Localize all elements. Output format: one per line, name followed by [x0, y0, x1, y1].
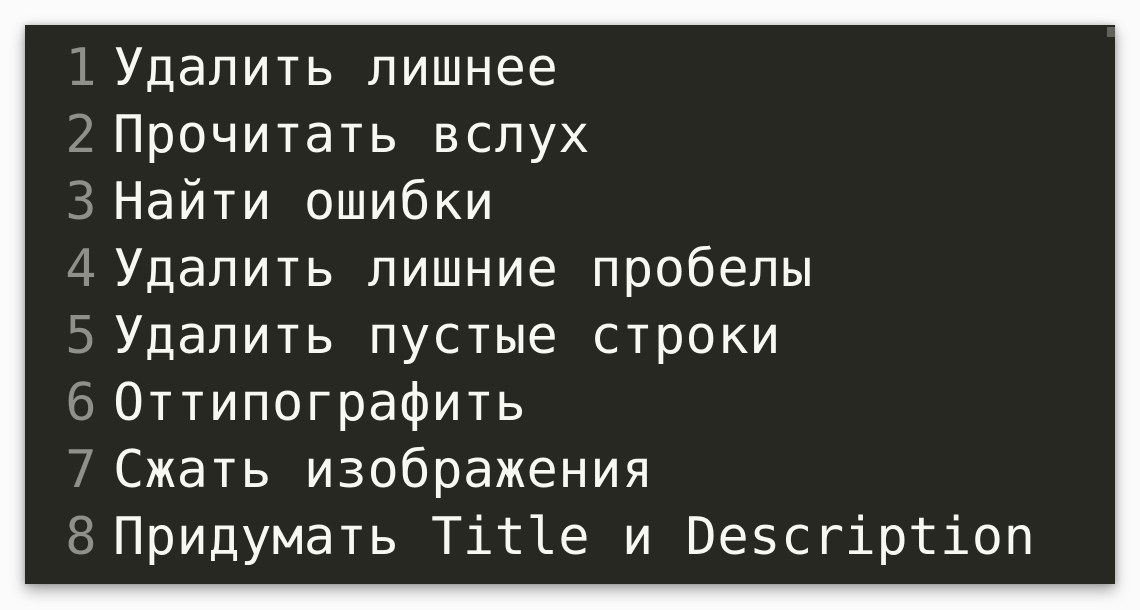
editor-line[interactable]: 2 Прочитать вслух [25, 102, 1115, 169]
editor-line[interactable]: 6 Оттипографить [25, 370, 1115, 437]
editor-line[interactable]: 8 Придумать Title и Description [25, 504, 1115, 571]
line-text[interactable]: Удалить лишние пробелы [113, 236, 813, 303]
line-text[interactable]: Удалить лишнее [113, 35, 558, 102]
line-text[interactable]: Придумать Title и Description [113, 504, 1035, 571]
line-number: 1 [65, 38, 97, 98]
editor-line[interactable]: 1 Удалить лишнее [25, 35, 1115, 102]
line-number: 2 [65, 105, 97, 165]
line-number: 7 [65, 440, 97, 500]
line-number: 5 [65, 306, 97, 366]
editor-line[interactable]: 3 Найти ошибки [25, 169, 1115, 236]
line-text[interactable]: Удалить пустые строки [113, 303, 781, 370]
line-text[interactable]: Найти ошибки [113, 169, 495, 236]
line-text[interactable]: Прочитать вслух [113, 102, 590, 169]
code-editor[interactable]: 1 Удалить лишнее 2 Прочитать вслух 3 Най… [25, 25, 1115, 584]
line-number: 4 [65, 239, 97, 299]
editor-lines: 1 Удалить лишнее 2 Прочитать вслух 3 Най… [25, 35, 1115, 571]
editor-line[interactable]: 7 Сжать изображения [25, 437, 1115, 504]
line-number: 8 [65, 507, 97, 567]
editor-line[interactable]: 5 Удалить пустые строки [25, 303, 1115, 370]
line-text[interactable]: Сжать изображения [113, 437, 654, 504]
line-number: 3 [65, 172, 97, 232]
line-number: 6 [65, 373, 97, 433]
editor-line[interactable]: 4 Удалить лишние пробелы [25, 236, 1115, 303]
line-text[interactable]: Оттипографить [113, 370, 527, 437]
